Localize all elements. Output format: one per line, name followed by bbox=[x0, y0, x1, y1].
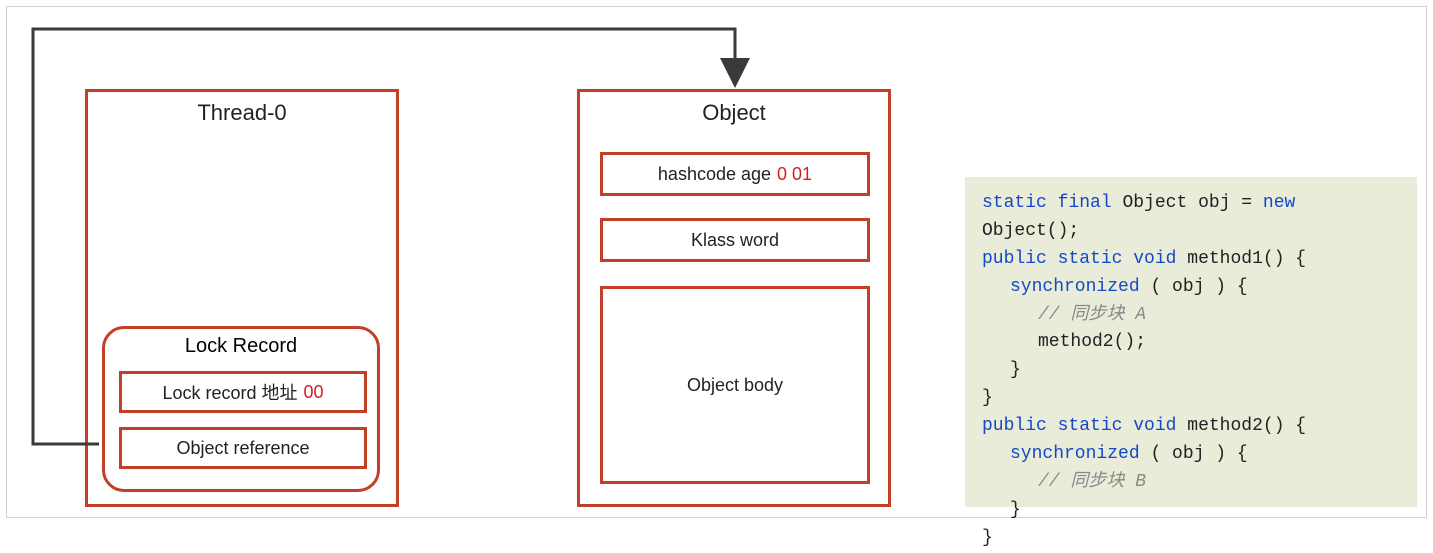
lock-record-box: Lock Record Lock record 地址 00 Object ref… bbox=[102, 326, 380, 492]
kw-new: new bbox=[1263, 193, 1295, 213]
code-line-8: public static void method2() { bbox=[982, 413, 1400, 441]
code-line-2: public static void method1() { bbox=[982, 246, 1400, 274]
kw-sync2: synchronized bbox=[1010, 444, 1140, 464]
sync-obj2: ( obj ) { bbox=[1150, 444, 1247, 464]
code-line-5: method2(); bbox=[982, 329, 1400, 357]
kw-void2: void bbox=[1133, 416, 1176, 436]
diagram-canvas: Thread-0 Lock Record Lock record 地址 00 O… bbox=[6, 6, 1427, 518]
markword-cell: hashcode age 0 01 bbox=[600, 152, 870, 196]
method1-sig: method1() { bbox=[1187, 249, 1306, 269]
markword-label: hashcode age bbox=[658, 164, 771, 185]
code-line-4: // 同步块 A bbox=[982, 302, 1400, 330]
lock-record-address-cell: Lock record 地址 00 bbox=[119, 371, 367, 413]
kw-static3: static bbox=[1058, 416, 1123, 436]
sync-obj: ( obj ) { bbox=[1150, 277, 1247, 297]
method2-sig: method2() { bbox=[1187, 416, 1306, 436]
obj-tail: Object(); bbox=[982, 221, 1079, 241]
obj-decl: Object obj = bbox=[1122, 193, 1262, 213]
markword-bits: 0 01 bbox=[777, 164, 812, 185]
code-line-1: static final Object obj = new Object(); bbox=[982, 190, 1400, 246]
lock-record-title: Lock Record bbox=[105, 329, 377, 358]
kw-public2: public bbox=[982, 416, 1047, 436]
object-body-label: Object body bbox=[687, 375, 783, 396]
lock-record-address-bits: 00 bbox=[304, 382, 324, 403]
kw-static: static bbox=[982, 193, 1047, 213]
kw-final: final bbox=[1058, 193, 1112, 213]
thread-box: Thread-0 Lock Record Lock record 地址 00 O… bbox=[85, 89, 399, 507]
object-title: Object bbox=[580, 92, 888, 126]
kw-public: public bbox=[982, 249, 1047, 269]
object-reference-cell: Object reference bbox=[119, 427, 367, 469]
code-line-9: synchronized ( obj ) { bbox=[982, 441, 1400, 469]
code-line-3: synchronized ( obj ) { bbox=[982, 274, 1400, 302]
code-line-11: } bbox=[982, 497, 1400, 525]
code-line-7: } bbox=[982, 385, 1400, 413]
object-reference-label: Object reference bbox=[176, 438, 309, 459]
object-body-cell: Object body bbox=[600, 286, 870, 484]
kw-static2: static bbox=[1058, 249, 1123, 269]
thread-title: Thread-0 bbox=[88, 92, 396, 126]
code-line-10: // 同步块 B bbox=[982, 469, 1400, 497]
kw-void: void bbox=[1133, 249, 1176, 269]
kw-sync: synchronized bbox=[1010, 277, 1140, 297]
code-line-6: } bbox=[982, 357, 1400, 385]
code-line-12: } bbox=[982, 525, 1400, 553]
code-panel: static final Object obj = new Object(); … bbox=[965, 177, 1417, 507]
lock-record-address-label: Lock record 地址 bbox=[162, 379, 297, 405]
object-box: Object hashcode age 0 01 Klass word Obje… bbox=[577, 89, 891, 507]
klass-word-label: Klass word bbox=[691, 230, 779, 251]
klass-word-cell: Klass word bbox=[600, 218, 870, 262]
